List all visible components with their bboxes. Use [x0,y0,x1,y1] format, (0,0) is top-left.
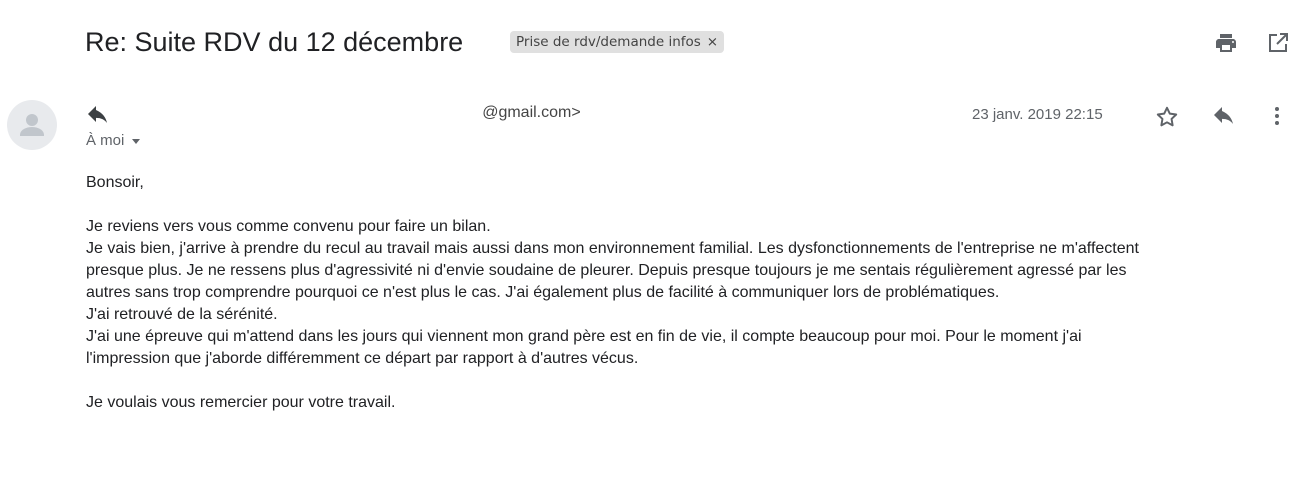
reply-button[interactable] [1212,106,1236,128]
default-avatar-icon [20,114,44,136]
chevron-down-icon [132,138,141,144]
reply-icon [1214,107,1233,124]
sender-address: @gmail.com> [479,104,581,121]
body-line: Je vais bien, j'arrive à prendre du recu… [86,240,1139,257]
print-icon[interactable] [1214,31,1238,55]
greeting: Bonsoir, [86,174,144,191]
email-subject: Re: Suite RDV du 12 décembre [85,27,464,57]
body-line: presque plus. Je ne ressens plus d'agres… [86,262,1127,279]
email-body: Bonsoir, Je reviens vers vous comme conv… [86,172,1306,414]
body-line: autres sans trop comprendre pourquoi ce … [86,284,1000,301]
label-chip[interactable]: Prise de rdv/demande infos × [510,31,725,53]
star-icon[interactable] [1154,104,1180,130]
closing: Je voulais vous remercier pour votre tra… [86,394,396,411]
open-in-new-window-icon[interactable] [1266,31,1290,55]
email-date: 23 janv. 2019 22:15 [972,106,1103,123]
sender-avatar[interactable] [7,100,57,150]
label-chip-text: Prise de rdv/demande infos [516,34,701,50]
reply-icon [86,106,110,126]
body-line: l'impression que j'aborde différemment c… [86,350,639,367]
recipient-details-toggle[interactable]: À moi [86,132,141,149]
body-line: J'ai retrouvé de la sérénité. [86,306,278,323]
remove-label-button[interactable]: × [707,34,718,50]
recipient-label: À moi [86,132,125,149]
more-vertical-icon[interactable] [1271,104,1283,128]
body-line: Je reviens vers vous comme convenu pour … [86,218,491,235]
body-line: J'ai une épreuve qui m'attend dans les j… [86,328,1082,345]
